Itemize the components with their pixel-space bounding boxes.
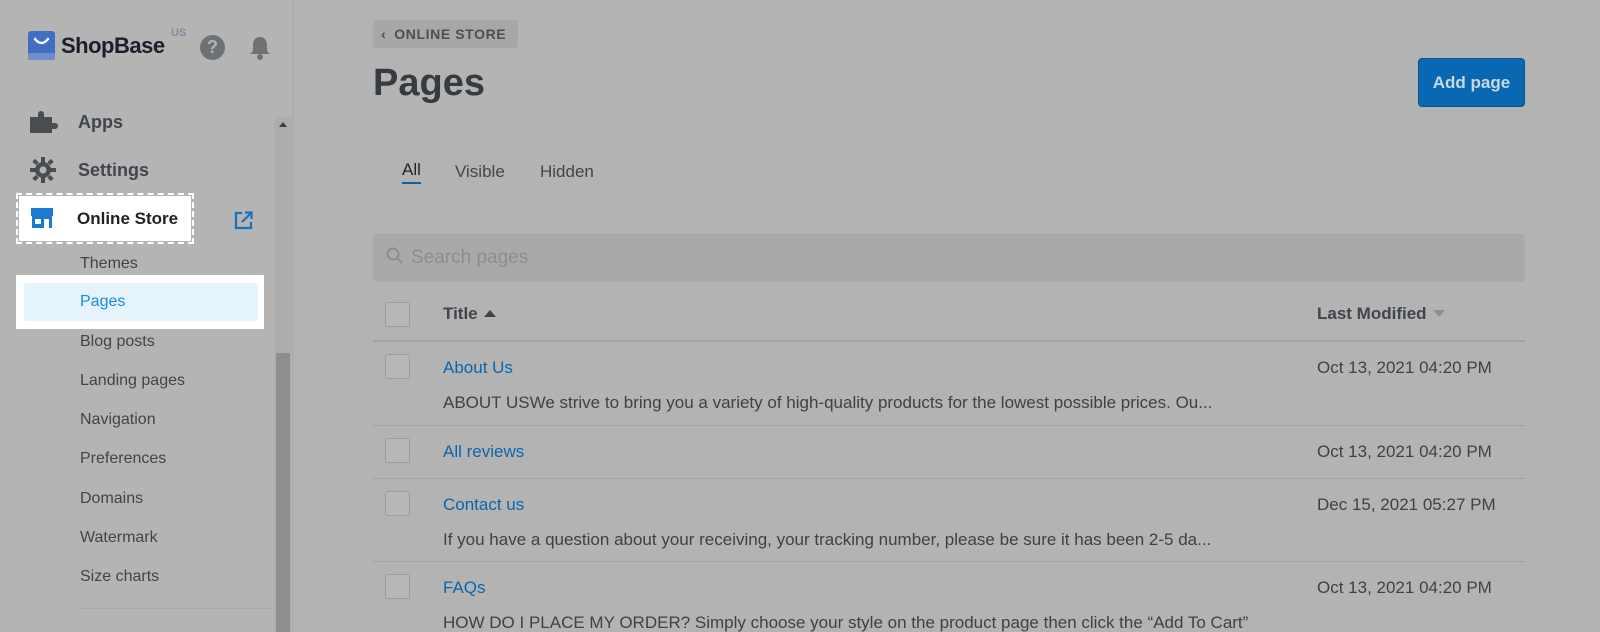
last-modified: Dec 15, 2021 05:27 PM	[1317, 495, 1496, 514]
help-icon[interactable]: ?	[200, 35, 225, 60]
row-checkbox[interactable]	[385, 354, 410, 379]
external-link-icon[interactable]	[234, 211, 253, 230]
page-title-link[interactable]: Contact us	[443, 495, 524, 515]
region-badge: US	[171, 27, 187, 39]
breadcrumb[interactable]: ‹ ONLINE STORE	[373, 20, 519, 48]
scroll-up-arrow-icon[interactable]	[279, 122, 287, 127]
last-modified: Oct 13, 2021 04:20 PM	[1317, 578, 1492, 597]
row-checkbox[interactable]	[385, 491, 410, 516]
sidebar-divider	[80, 608, 272, 609]
sidebar-subitem-navigation[interactable]: Navigation	[80, 411, 156, 429]
table-row[interactable]: FAQs HOW DO I PLACE MY ORDER? Simply cho…	[373, 562, 1525, 632]
sidebar-subitem-landing-pages[interactable]: Landing pages	[80, 372, 185, 390]
sidebar-item-settings[interactable]: Settings	[28, 152, 149, 188]
breadcrumb-label: ONLINE STORE	[394, 26, 507, 42]
bell-icon[interactable]	[248, 35, 272, 61]
page-excerpt: HOW DO I PLACE MY ORDER? Simply choose y…	[443, 613, 1249, 632]
search-input[interactable]: Search pages	[411, 247, 528, 269]
sidebar-item-label: Online Store	[77, 209, 179, 228]
gear-icon	[30, 157, 56, 183]
storefront-icon	[31, 208, 53, 228]
sidebar-subitem-label: Pages	[80, 293, 126, 310]
sidebar-subitem-pages-highlight: Pages	[16, 275, 264, 329]
sidebar-subitem-watermark[interactable]: Watermark	[80, 529, 158, 547]
last-modified: Oct 13, 2021 04:20 PM	[1317, 442, 1492, 461]
sidebar-item-apps[interactable]: Apps	[28, 104, 123, 140]
tab-active-indicator	[402, 182, 421, 184]
sidebar-item-label: Apps	[78, 111, 123, 132]
shopbase-logo[interactable]: ShopBase	[28, 31, 165, 60]
row-checkbox[interactable]	[385, 438, 410, 463]
sort-asc-icon	[483, 310, 496, 317]
table-row[interactable]: About Us ABOUT USWe strive to bring you …	[373, 342, 1525, 426]
sidebar-item-label: Settings	[78, 159, 150, 180]
puzzle-icon	[30, 111, 58, 133]
table-row[interactable]: Contact us If you have a question about …	[373, 479, 1525, 562]
sidebar-subitem-pages[interactable]: Pages	[24, 283, 258, 321]
page-excerpt: If you have a question about your receiv…	[443, 530, 1212, 549]
table-header: Title Last Modified	[373, 290, 1525, 342]
brand-name: ShopBase	[61, 32, 165, 58]
search-bar[interactable]: Search pages	[373, 234, 1525, 282]
tab-hidden[interactable]: Hidden	[540, 162, 594, 182]
search-icon	[386, 247, 403, 264]
table-row[interactable]: All reviews Oct 13, 2021 04:20 PM	[373, 426, 1525, 479]
column-header-title[interactable]: Title	[443, 304, 496, 324]
select-all-checkbox[interactable]	[385, 302, 410, 327]
page-title: Pages	[373, 62, 485, 104]
row-checkbox[interactable]	[385, 574, 410, 599]
last-modified: Oct 13, 2021 04:20 PM	[1317, 358, 1492, 377]
sidebar-item-online-store[interactable]: Online Store	[16, 193, 194, 244]
sidebar-subitem-size-charts[interactable]: Size charts	[80, 568, 159, 586]
page-title-link[interactable]: All reviews	[443, 442, 524, 462]
sort-desc-icon	[1432, 310, 1445, 317]
page-excerpt: ABOUT USWe strive to bring you a variety…	[443, 393, 1213, 412]
chevron-left-icon: ‹	[381, 26, 387, 42]
sidebar-subitem-themes[interactable]: Themes	[80, 255, 138, 273]
column-header-last-modified[interactable]: Last Modified	[1317, 304, 1445, 324]
sidebar-subitem-blog-posts[interactable]: Blog posts	[80, 333, 155, 351]
sidebar-subitem-preferences[interactable]: Preferences	[80, 450, 166, 468]
tab-all[interactable]: All	[402, 160, 421, 180]
add-page-button[interactable]: Add page	[1418, 58, 1525, 107]
sidebar-scroll-thumb[interactable]	[276, 353, 290, 632]
shopbase-bag-icon	[28, 31, 55, 60]
sidebar-subitem-domains[interactable]: Domains	[80, 490, 143, 508]
tab-visible[interactable]: Visible	[455, 162, 505, 182]
page-title-link[interactable]: FAQs	[443, 578, 486, 598]
page-title-link[interactable]: About Us	[443, 358, 513, 378]
sidebar: ShopBase US ? Apps Settings Online Store…	[0, 0, 293, 632]
